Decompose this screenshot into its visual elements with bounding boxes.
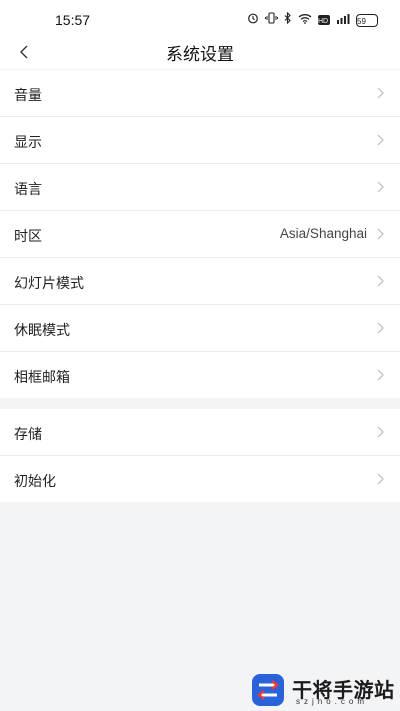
chevron-right-icon	[377, 322, 384, 334]
status-bar: 15:57 HD 59	[0, 0, 400, 36]
row-label: 初始化	[14, 474, 56, 490]
chevron-right-icon	[377, 426, 384, 438]
settings-row-storage[interactable]: 存储	[0, 409, 400, 456]
row-label: 语言	[14, 182, 42, 198]
settings-row-sleep[interactable]: 休眠模式	[0, 305, 400, 352]
settings-group-storage: 存储 初始化	[0, 409, 400, 502]
alarm-icon	[247, 12, 259, 28]
settings-row-display[interactable]: 显示	[0, 117, 400, 164]
signal-icon	[336, 13, 350, 28]
watermark: 干将手游站 szjho.com	[250, 672, 396, 708]
settings-row-volume[interactable]: 音量	[0, 70, 400, 117]
vibrate-icon	[265, 12, 278, 28]
chevron-right-icon	[377, 181, 384, 193]
row-label: 幻灯片模式	[14, 276, 84, 292]
wifi-icon	[298, 13, 312, 28]
settings-row-reset[interactable]: 初始化	[0, 456, 400, 502]
row-label: 时区	[14, 229, 42, 245]
settings-row-timezone[interactable]: 时区 Asia/Shanghai	[0, 211, 400, 258]
header: 系统设置	[0, 36, 400, 69]
row-label: 存储	[14, 427, 42, 443]
chevron-right-icon	[377, 228, 384, 240]
row-label: 休眠模式	[14, 323, 70, 339]
timezone-value: Asia/Shanghai	[279, 226, 367, 241]
row-label: 相框邮箱	[14, 370, 70, 386]
chevron-right-icon	[377, 134, 384, 146]
chevron-right-icon	[377, 369, 384, 381]
bluetooth-icon	[284, 11, 292, 28]
settings-group-main: 音量 显示 语言 时区 Asia/Shanghai 幻灯片模式 休眠模式 相框邮…	[0, 70, 400, 398]
battery-indicator: 59	[356, 13, 378, 27]
watermark-logo-icon	[252, 674, 284, 706]
chevron-right-icon	[377, 275, 384, 287]
settings-row-slideshow[interactable]: 幻灯片模式	[0, 258, 400, 305]
watermark-subtitle: szjho.com	[296, 697, 369, 706]
chevron-right-icon	[377, 473, 384, 485]
status-icons: HD 59	[247, 11, 378, 28]
row-label: 显示	[14, 135, 42, 151]
status-time: 15:57	[55, 12, 91, 28]
hd-badge: HD	[318, 15, 330, 25]
settings-row-frame-mail[interactable]: 相框邮箱	[0, 352, 400, 398]
chevron-right-icon	[377, 87, 384, 99]
settings-row-language[interactable]: 语言	[0, 164, 400, 211]
page-title: 系统设置	[166, 45, 234, 65]
row-label: 音量	[14, 88, 42, 104]
